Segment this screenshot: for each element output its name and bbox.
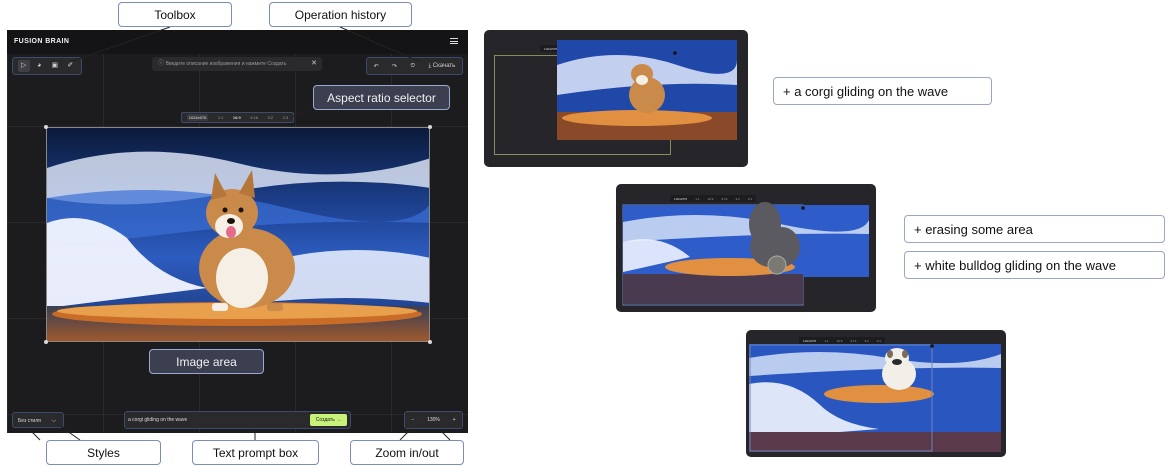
step2-aspect-3-2[interactable]: 3:2 xyxy=(735,197,739,201)
download-label: Скачать xyxy=(432,62,456,69)
undo-icon[interactable]: ↶ xyxy=(374,63,379,70)
step3-aspect-1-1[interactable]: 1:1 xyxy=(824,339,828,343)
hint-text: Введите описание изображения и нажмите С… xyxy=(165,61,287,67)
menu-icon[interactable] xyxy=(450,38,458,44)
step2-aspect-9-16[interactable]: 9:16 xyxy=(722,197,728,201)
redo-icon[interactable]: ↷ xyxy=(392,63,397,70)
aspect-option-3-2[interactable]: 3:2 xyxy=(268,115,274,120)
resize-handle-tl[interactable] xyxy=(44,125,48,129)
resize-handle-br[interactable] xyxy=(428,340,432,344)
step3-aspect-3-2[interactable]: 3:2 xyxy=(864,339,868,343)
callout-zoom: Zoom in/out xyxy=(350,440,464,465)
arrow-right-icon: → xyxy=(336,417,342,423)
create-button[interactable]: Создать → xyxy=(310,414,347,426)
close-icon[interactable]: ✕ xyxy=(311,57,317,71)
zoom-out-button[interactable]: − xyxy=(411,417,414,423)
hint-banner: ⓘ Введите описание изображения и нажмите… xyxy=(152,57,322,71)
callout-image-area-text: Image area xyxy=(176,355,237,369)
create-label: Создать xyxy=(315,417,335,423)
step3-panel: 1024x576 1:1 16:9 9:16 3:2 2:3 xyxy=(746,330,1006,457)
step2-panel: 1024x576 1:1 16:9 9:16 3:2 2:3 xyxy=(616,184,876,312)
history-icon[interactable]: ⏲ xyxy=(410,63,415,70)
chevron-down-icon: ⌵ xyxy=(51,418,56,424)
callout-aspect-text: Aspect ratio selector xyxy=(327,91,436,105)
figure-root: FUSION BRAIN ▷ ◕ ▣ ✐ ⓘ Введите описание … xyxy=(0,0,1167,466)
resize-handle-tr[interactable] xyxy=(428,125,432,129)
callout-styles-text: Styles xyxy=(87,446,120,460)
callout-history-text: Operation history xyxy=(294,8,387,22)
prompt-input[interactable] xyxy=(128,415,303,425)
step3-aspect-selector: 1024x576 1:1 16:9 9:16 3:2 2:3 xyxy=(799,337,885,344)
callout-toolbox-text: Toolbox xyxy=(154,8,196,22)
aspect-option-9-16[interactable]: 9:16 xyxy=(250,115,258,120)
step3-aspect-size: 1024x576 xyxy=(803,338,817,343)
callout-prompt: Text prompt box xyxy=(192,440,319,465)
step2-aspect-size: 1024x576 xyxy=(674,196,688,201)
download-button[interactable]: ⤓ Скачать xyxy=(428,63,455,70)
aspect-size-readout: 1024x576 xyxy=(186,114,209,121)
resize-handle-bl[interactable] xyxy=(44,340,48,344)
zoom-in-button[interactable]: + xyxy=(453,417,456,423)
top-bar: FUSION BRAIN xyxy=(7,30,468,54)
callout-prompt-text: Text prompt box xyxy=(212,446,299,460)
callout-aspect: Aspect ratio selector xyxy=(313,85,450,110)
aspect-ratio-selector: 1024x576 1:1 16:9 9:16 3:2 2:3 xyxy=(181,112,294,123)
generated-image[interactable] xyxy=(46,127,430,342)
step2-aspect-selector: 1024x576 1:1 16:9 9:16 3:2 2:3 xyxy=(670,195,756,202)
step1-corgi-picture xyxy=(557,40,737,140)
step3-aspect-9-16[interactable]: 9:16 xyxy=(851,339,857,343)
brush-icon[interactable]: ◕ xyxy=(33,60,45,72)
step2b-label: + white bulldog gliding on the wave xyxy=(904,251,1165,279)
styles-dropdown[interactable]: Без стиля ⌵ xyxy=(12,412,64,428)
text-prompt-box: Создать → xyxy=(124,411,351,429)
aspect-option-16-9[interactable]: 16:9 xyxy=(233,115,241,120)
aspect-option-2-3[interactable]: 2:3 xyxy=(283,115,289,120)
step3-aspect-16-9[interactable]: 16:9 xyxy=(837,339,843,343)
image-icon[interactable]: ▣ xyxy=(49,60,61,72)
callout-history: Operation history xyxy=(269,2,412,27)
zoom-control: − 130% + xyxy=(404,411,463,429)
operation-history-bar: ↶ ↷ ⏲ ⤓ Скачать xyxy=(366,57,463,75)
styles-label: Без стиля xyxy=(18,418,41,424)
callout-toolbox: Toolbox xyxy=(118,2,232,27)
step2a-label: + erasing some area xyxy=(904,215,1165,243)
aspect-option-1-1[interactable]: 1:1 xyxy=(218,115,224,120)
step2-erased-picture xyxy=(622,202,869,306)
zoom-value: 130% xyxy=(427,417,440,423)
info-icon: ⓘ xyxy=(158,61,166,67)
cursor-icon[interactable]: ▷ xyxy=(17,60,30,72)
step3-aspect-2-3[interactable]: 2:3 xyxy=(877,339,881,343)
step1-label: + a corgi gliding on the wave xyxy=(773,77,992,105)
callout-zoom-text: Zoom in/out xyxy=(375,446,439,460)
step1-aspect-size: 1024x576 xyxy=(544,46,558,51)
eraser-icon[interactable]: ✐ xyxy=(64,60,76,72)
step2-aspect-16-9[interactable]: 16:9 xyxy=(708,197,714,201)
download-icon: ⤓ xyxy=(428,62,432,69)
app-logo: FUSION BRAIN xyxy=(14,38,70,45)
step2a-label-text: + erasing some area xyxy=(914,222,1033,237)
corgi-surfing-picture xyxy=(47,128,429,341)
callout-styles: Styles xyxy=(46,440,161,465)
step3-bulldog-picture xyxy=(749,344,1001,452)
step2b-label-text: + white bulldog gliding on the wave xyxy=(914,258,1117,273)
toolbox: ▷ ◕ ▣ ✐ xyxy=(12,57,82,75)
callout-image-area: Image area xyxy=(149,349,264,374)
step2-aspect-1-1[interactable]: 1:1 xyxy=(695,197,699,201)
step2-aspect-2-3[interactable]: 2:3 xyxy=(748,197,752,201)
step1-panel: 1024x576 1:1 16:9 9:16 3:2 2:3 xyxy=(484,30,748,167)
step1-label-text: + a corgi gliding on the wave xyxy=(783,84,949,99)
